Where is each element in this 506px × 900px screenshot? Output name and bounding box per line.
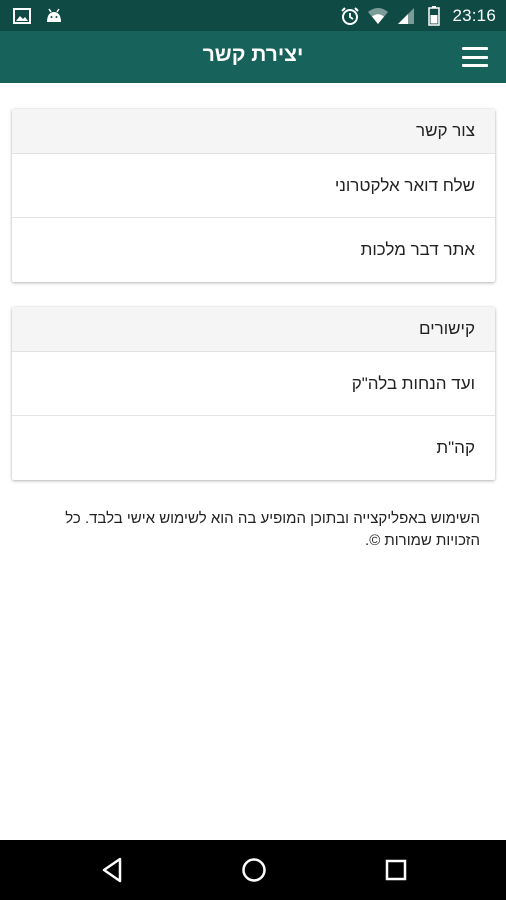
- status-bar: 23:16: [0, 0, 506, 31]
- hamburger-menu-icon[interactable]: [462, 44, 490, 70]
- back-icon[interactable]: [97, 855, 127, 885]
- recent-apps-icon[interactable]: [381, 855, 411, 885]
- dvar-malchus-site-item[interactable]: אתר דבר מלכות: [12, 218, 495, 282]
- alarm-icon: [340, 6, 360, 26]
- page-title: יצירת קשר: [202, 43, 304, 66]
- app-bar: יצירת קשר: [0, 31, 506, 83]
- wifi-icon: [368, 6, 389, 26]
- main-content: צור קשר שלח דואר אלקטרוני אתר דבר מלכות …: [0, 83, 506, 840]
- battery-icon: [424, 6, 444, 26]
- contact-card-header: צור קשר: [12, 109, 495, 154]
- contact-card: צור קשר שלח דואר אלקטרוני אתר דבר מלכות: [12, 109, 495, 282]
- home-icon[interactable]: [239, 855, 269, 885]
- navigation-bar: [0, 840, 506, 900]
- image-icon: [12, 6, 32, 26]
- status-time: 23:16: [452, 6, 496, 25]
- kehot-link[interactable]: קה"ת: [12, 416, 495, 480]
- links-card-header: קישורים: [12, 307, 495, 352]
- android-icon: [44, 6, 64, 26]
- status-bar-right: 23:16: [340, 4, 496, 28]
- menu-line: [462, 55, 488, 59]
- send-email-item[interactable]: שלח דואר אלקטרוני: [12, 154, 495, 218]
- menu-line: [462, 47, 488, 50]
- menu-line: [462, 64, 488, 67]
- signal-icon: [396, 6, 416, 26]
- vaad-hanachos-link[interactable]: ועד הנחות בלה"ק: [12, 352, 495, 416]
- links-card: קישורים ועד הנחות בלה"ק קה"ת: [12, 307, 495, 480]
- status-bar-left: [12, 6, 64, 26]
- copyright-notice: השימוש באפליקצייה ובתוכן המופיע בה הוא ל…: [65, 510, 480, 549]
